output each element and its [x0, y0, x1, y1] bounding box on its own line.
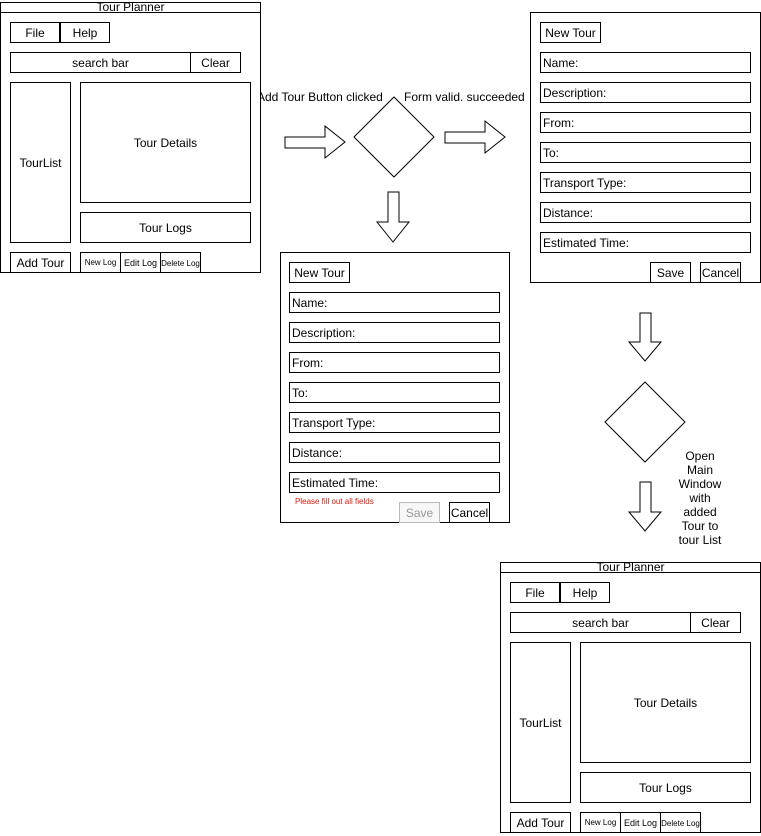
arrow-down-1 — [375, 191, 411, 243]
form-title: New Tour — [289, 262, 350, 283]
window-title: Tour Planner — [500, 561, 761, 573]
field-transport-type[interactable]: Transport Type: — [540, 172, 751, 193]
search-input[interactable]: search bar — [10, 52, 191, 73]
delete-log-button[interactable]: Delete Log — [160, 252, 201, 273]
error-message: Please fill out all fields — [295, 497, 374, 506]
field-transport-type[interactable]: Transport Type: — [289, 412, 500, 433]
label-open-main-window: Open Main Window with added Tour to tour… — [678, 449, 722, 547]
menu-help[interactable]: Help — [560, 582, 610, 603]
arrow-down-3 — [627, 481, 663, 532]
tour-details: Tour Details — [80, 82, 251, 203]
add-tour-button[interactable]: Add Tour — [10, 252, 71, 273]
menu-help[interactable]: Help — [60, 22, 110, 43]
field-description[interactable]: Description: — [540, 82, 751, 103]
field-description[interactable]: Description: — [289, 322, 500, 343]
field-name[interactable]: Name: — [540, 52, 751, 73]
window-title: Tour Planner — [0, 1, 261, 13]
label-add-tour-clicked: Add Tour Button clicked — [257, 90, 383, 104]
tour-details: Tour Details — [580, 642, 751, 763]
field-to[interactable]: To: — [289, 382, 500, 403]
form-title: New Tour — [540, 22, 601, 43]
tour-logs[interactable]: Tour Logs — [80, 212, 251, 243]
tour-logs[interactable]: Tour Logs — [580, 772, 751, 803]
clear-button[interactable]: Clear — [190, 52, 241, 73]
clear-button[interactable]: Clear — [690, 612, 741, 633]
menu-file[interactable]: File — [510, 582, 560, 603]
cancel-button[interactable]: Cancel — [449, 502, 490, 523]
add-tour-button[interactable]: Add Tour — [510, 812, 571, 833]
field-from[interactable]: From: — [540, 112, 751, 133]
field-from[interactable]: From: — [289, 352, 500, 373]
save-button[interactable]: Save — [650, 262, 691, 283]
field-estimated-time[interactable]: Estimated Time: — [540, 232, 751, 253]
new-log-button[interactable]: New Log — [580, 812, 621, 833]
arrow-right-1 — [284, 124, 346, 160]
menu-file[interactable]: File — [10, 22, 60, 43]
edit-log-button[interactable]: Edit Log — [620, 812, 661, 833]
label-form-valid: Form valid. succeeded — [404, 90, 525, 104]
new-log-button[interactable]: New Log — [80, 252, 121, 273]
field-distance[interactable]: Distance: — [540, 202, 751, 223]
arrow-down-2 — [627, 312, 663, 362]
decision-diamond-1 — [353, 96, 435, 178]
save-button-disabled[interactable]: Save — [399, 502, 440, 523]
edit-log-button[interactable]: Edit Log — [120, 252, 161, 273]
tour-list[interactable]: TourList — [510, 642, 571, 803]
field-estimated-time[interactable]: Estimated Time: — [289, 472, 500, 493]
cancel-button[interactable]: Cancel — [700, 262, 741, 283]
arrow-right-2 — [444, 119, 506, 155]
search-input[interactable]: search bar — [510, 612, 691, 633]
tour-list[interactable]: TourList — [10, 82, 71, 243]
field-distance[interactable]: Distance: — [289, 442, 500, 463]
field-to[interactable]: To: — [540, 142, 751, 163]
field-name[interactable]: Name: — [289, 292, 500, 313]
delete-log-button[interactable]: Delete Log — [660, 812, 701, 833]
